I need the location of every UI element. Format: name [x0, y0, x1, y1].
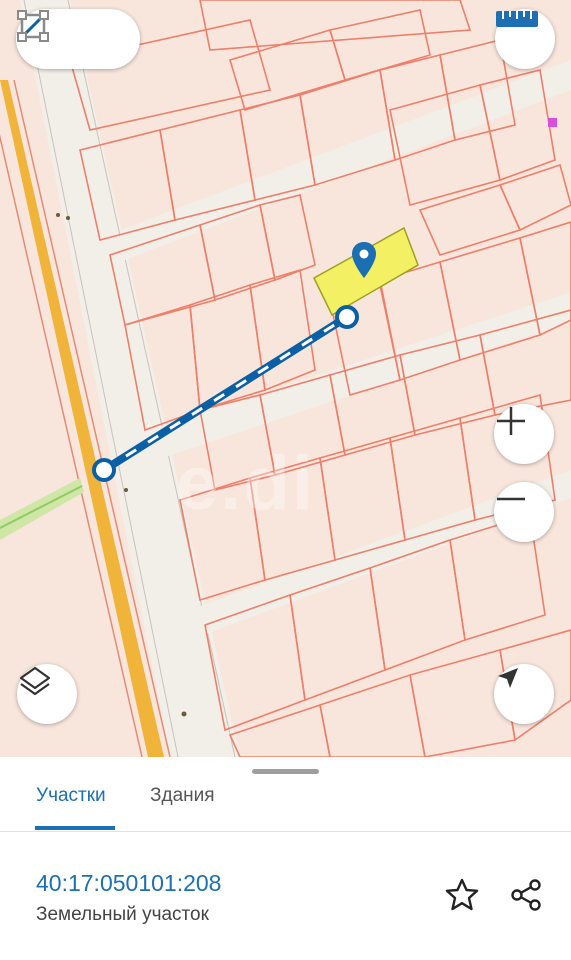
star-icon — [445, 878, 479, 911]
share-button[interactable] — [506, 875, 546, 915]
navigation-arrow-icon — [498, 668, 518, 688]
map-pin-icon[interactable] — [352, 242, 376, 278]
map-view[interactable]: e.di — [0, 0, 571, 757]
plus-icon — [497, 407, 525, 435]
tab-bar: Участки Здания — [0, 779, 571, 832]
measure-mode-toggle[interactable] — [16, 9, 140, 69]
measure-start-point[interactable] — [92, 458, 116, 482]
measure-line — [92, 305, 359, 482]
sheet-drag-handle[interactable] — [252, 769, 319, 774]
share-icon — [511, 879, 541, 911]
cadastral-number[interactable]: 40:17:050101:208 — [36, 870, 221, 897]
ruler-icon — [496, 11, 538, 27]
layers-icon — [19, 666, 51, 696]
active-tab-indicator — [35, 826, 115, 830]
ruler-button[interactable] — [495, 9, 555, 69]
favorite-button[interactable] — [442, 875, 482, 915]
tab-buildings[interactable]: Здания — [150, 779, 215, 831]
measure-end-point[interactable] — [335, 305, 359, 329]
bottom-sheet: Участки Здания 40:17:050101:208 Земельны… — [0, 757, 571, 960]
locate-button[interactable] — [494, 664, 554, 724]
parcel-type: Земельный участок — [36, 904, 209, 925]
area-square-icon[interactable] — [17, 10, 124, 59]
tab-parcels[interactable]: Участки — [36, 779, 106, 831]
minus-icon — [497, 497, 525, 501]
zoom-out-button[interactable] — [494, 482, 554, 542]
layers-button[interactable] — [17, 664, 77, 724]
zoom-in-button[interactable] — [494, 404, 554, 464]
